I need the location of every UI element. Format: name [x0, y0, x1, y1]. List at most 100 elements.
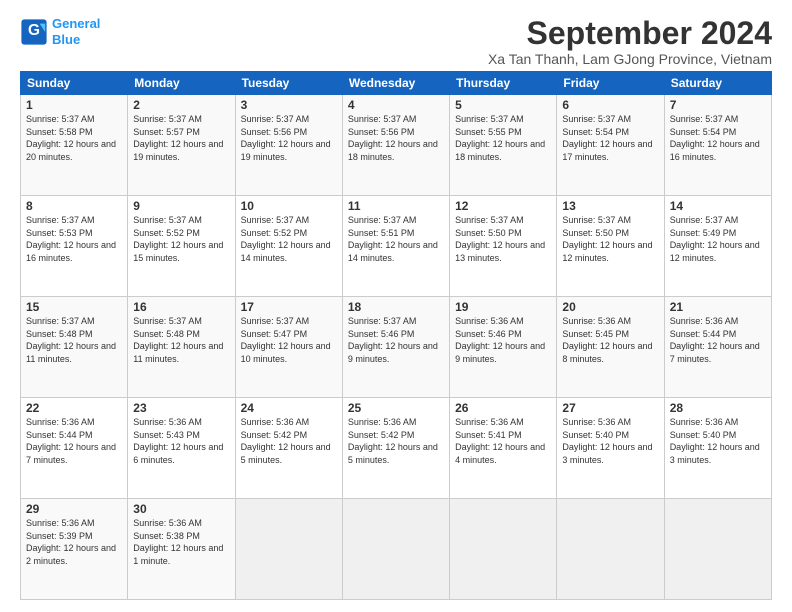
day-info: Sunrise: 5:36 AM Sunset: 5:41 PM Dayligh…	[455, 416, 551, 466]
day-number: 8	[26, 199, 122, 213]
sunrise-label: Sunrise: 5:37 AM	[133, 316, 202, 326]
daylight-label: Daylight: 12 hours and 9 minutes.	[348, 341, 438, 364]
logo-line1: General	[52, 16, 100, 31]
table-row: 13 Sunrise: 5:37 AM Sunset: 5:50 PM Dayl…	[557, 196, 664, 297]
daylight-label: Daylight: 12 hours and 12 minutes.	[562, 240, 652, 263]
day-info: Sunrise: 5:37 AM Sunset: 5:51 PM Dayligh…	[348, 214, 444, 264]
logo-icon: G	[20, 18, 48, 46]
day-number: 15	[26, 300, 122, 314]
sunset-label: Sunset: 5:50 PM	[562, 228, 629, 238]
table-row: 16 Sunrise: 5:37 AM Sunset: 5:48 PM Dayl…	[128, 297, 235, 398]
sunset-label: Sunset: 5:49 PM	[670, 228, 737, 238]
day-number: 29	[26, 502, 122, 516]
month-title: September 2024	[488, 16, 772, 51]
day-info: Sunrise: 5:36 AM Sunset: 5:40 PM Dayligh…	[562, 416, 658, 466]
day-number: 5	[455, 98, 551, 112]
daylight-label: Daylight: 12 hours and 3 minutes.	[562, 442, 652, 465]
day-number: 3	[241, 98, 337, 112]
calendar-header-row: Sunday Monday Tuesday Wednesday Thursday…	[21, 72, 772, 95]
col-saturday: Saturday	[664, 72, 771, 95]
table-row: 18 Sunrise: 5:37 AM Sunset: 5:46 PM Dayl…	[342, 297, 449, 398]
table-row: 4 Sunrise: 5:37 AM Sunset: 5:56 PM Dayli…	[342, 95, 449, 196]
title-block: September 2024 Xa Tan Thanh, Lam GJong P…	[488, 16, 772, 67]
day-info: Sunrise: 5:37 AM Sunset: 5:50 PM Dayligh…	[455, 214, 551, 264]
sunrise-label: Sunrise: 5:37 AM	[562, 114, 631, 124]
day-number: 17	[241, 300, 337, 314]
daylight-label: Daylight: 12 hours and 18 minutes.	[455, 139, 545, 162]
day-number: 16	[133, 300, 229, 314]
sunset-label: Sunset: 5:51 PM	[348, 228, 415, 238]
sunset-label: Sunset: 5:53 PM	[26, 228, 93, 238]
daylight-label: Daylight: 12 hours and 13 minutes.	[455, 240, 545, 263]
day-info: Sunrise: 5:36 AM Sunset: 5:44 PM Dayligh…	[26, 416, 122, 466]
day-number: 7	[670, 98, 766, 112]
table-row: 23 Sunrise: 5:36 AM Sunset: 5:43 PM Dayl…	[128, 398, 235, 499]
sunrise-label: Sunrise: 5:37 AM	[455, 114, 524, 124]
table-row	[557, 499, 664, 600]
sunset-label: Sunset: 5:57 PM	[133, 127, 200, 137]
daylight-label: Daylight: 12 hours and 8 minutes.	[562, 341, 652, 364]
day-number: 12	[455, 199, 551, 213]
table-row: 9 Sunrise: 5:37 AM Sunset: 5:52 PM Dayli…	[128, 196, 235, 297]
day-info: Sunrise: 5:36 AM Sunset: 5:40 PM Dayligh…	[670, 416, 766, 466]
logo-text: General Blue	[52, 16, 100, 47]
daylight-label: Daylight: 12 hours and 19 minutes.	[133, 139, 223, 162]
sunset-label: Sunset: 5:54 PM	[562, 127, 629, 137]
sunrise-label: Sunrise: 5:37 AM	[348, 215, 417, 225]
sunrise-label: Sunrise: 5:36 AM	[348, 417, 417, 427]
sunset-label: Sunset: 5:55 PM	[455, 127, 522, 137]
sunset-label: Sunset: 5:42 PM	[241, 430, 308, 440]
daylight-label: Daylight: 12 hours and 4 minutes.	[455, 442, 545, 465]
day-number: 25	[348, 401, 444, 415]
daylight-label: Daylight: 12 hours and 5 minutes.	[348, 442, 438, 465]
table-row	[664, 499, 771, 600]
day-number: 21	[670, 300, 766, 314]
table-row: 17 Sunrise: 5:37 AM Sunset: 5:47 PM Dayl…	[235, 297, 342, 398]
calendar-week-row: 8 Sunrise: 5:37 AM Sunset: 5:53 PM Dayli…	[21, 196, 772, 297]
sunrise-label: Sunrise: 5:37 AM	[348, 114, 417, 124]
daylight-label: Daylight: 12 hours and 2 minutes.	[26, 543, 116, 566]
col-friday: Friday	[557, 72, 664, 95]
table-row: 10 Sunrise: 5:37 AM Sunset: 5:52 PM Dayl…	[235, 196, 342, 297]
sunset-label: Sunset: 5:56 PM	[241, 127, 308, 137]
calendar-week-row: 15 Sunrise: 5:37 AM Sunset: 5:48 PM Dayl…	[21, 297, 772, 398]
day-number: 19	[455, 300, 551, 314]
daylight-label: Daylight: 12 hours and 12 minutes.	[670, 240, 760, 263]
sunrise-label: Sunrise: 5:37 AM	[241, 114, 310, 124]
col-thursday: Thursday	[450, 72, 557, 95]
table-row: 2 Sunrise: 5:37 AM Sunset: 5:57 PM Dayli…	[128, 95, 235, 196]
col-monday: Monday	[128, 72, 235, 95]
daylight-label: Daylight: 12 hours and 14 minutes.	[241, 240, 331, 263]
logo-line2: Blue	[52, 32, 80, 47]
sunrise-label: Sunrise: 5:36 AM	[26, 518, 95, 528]
daylight-label: Daylight: 12 hours and 5 minutes.	[241, 442, 331, 465]
daylight-label: Daylight: 12 hours and 14 minutes.	[348, 240, 438, 263]
sunset-label: Sunset: 5:46 PM	[348, 329, 415, 339]
sunrise-label: Sunrise: 5:36 AM	[562, 417, 631, 427]
sunrise-label: Sunrise: 5:37 AM	[133, 215, 202, 225]
table-row	[235, 499, 342, 600]
day-number: 18	[348, 300, 444, 314]
sunrise-label: Sunrise: 5:36 AM	[133, 518, 202, 528]
daylight-label: Daylight: 12 hours and 17 minutes.	[562, 139, 652, 162]
sunset-label: Sunset: 5:40 PM	[670, 430, 737, 440]
table-row: 7 Sunrise: 5:37 AM Sunset: 5:54 PM Dayli…	[664, 95, 771, 196]
sunrise-label: Sunrise: 5:37 AM	[562, 215, 631, 225]
col-tuesday: Tuesday	[235, 72, 342, 95]
sunrise-label: Sunrise: 5:36 AM	[241, 417, 310, 427]
day-info: Sunrise: 5:36 AM Sunset: 5:38 PM Dayligh…	[133, 517, 229, 567]
daylight-label: Daylight: 12 hours and 16 minutes.	[670, 139, 760, 162]
daylight-label: Daylight: 12 hours and 15 minutes.	[133, 240, 223, 263]
day-info: Sunrise: 5:37 AM Sunset: 5:52 PM Dayligh…	[133, 214, 229, 264]
day-number: 30	[133, 502, 229, 516]
sunrise-label: Sunrise: 5:36 AM	[455, 316, 524, 326]
day-info: Sunrise: 5:37 AM Sunset: 5:52 PM Dayligh…	[241, 214, 337, 264]
sunrise-label: Sunrise: 5:37 AM	[348, 316, 417, 326]
sunrise-label: Sunrise: 5:37 AM	[26, 215, 95, 225]
day-number: 23	[133, 401, 229, 415]
calendar-week-row: 1 Sunrise: 5:37 AM Sunset: 5:58 PM Dayli…	[21, 95, 772, 196]
col-sunday: Sunday	[21, 72, 128, 95]
sunset-label: Sunset: 5:45 PM	[562, 329, 629, 339]
sunrise-label: Sunrise: 5:36 AM	[670, 316, 739, 326]
sunset-label: Sunset: 5:44 PM	[26, 430, 93, 440]
